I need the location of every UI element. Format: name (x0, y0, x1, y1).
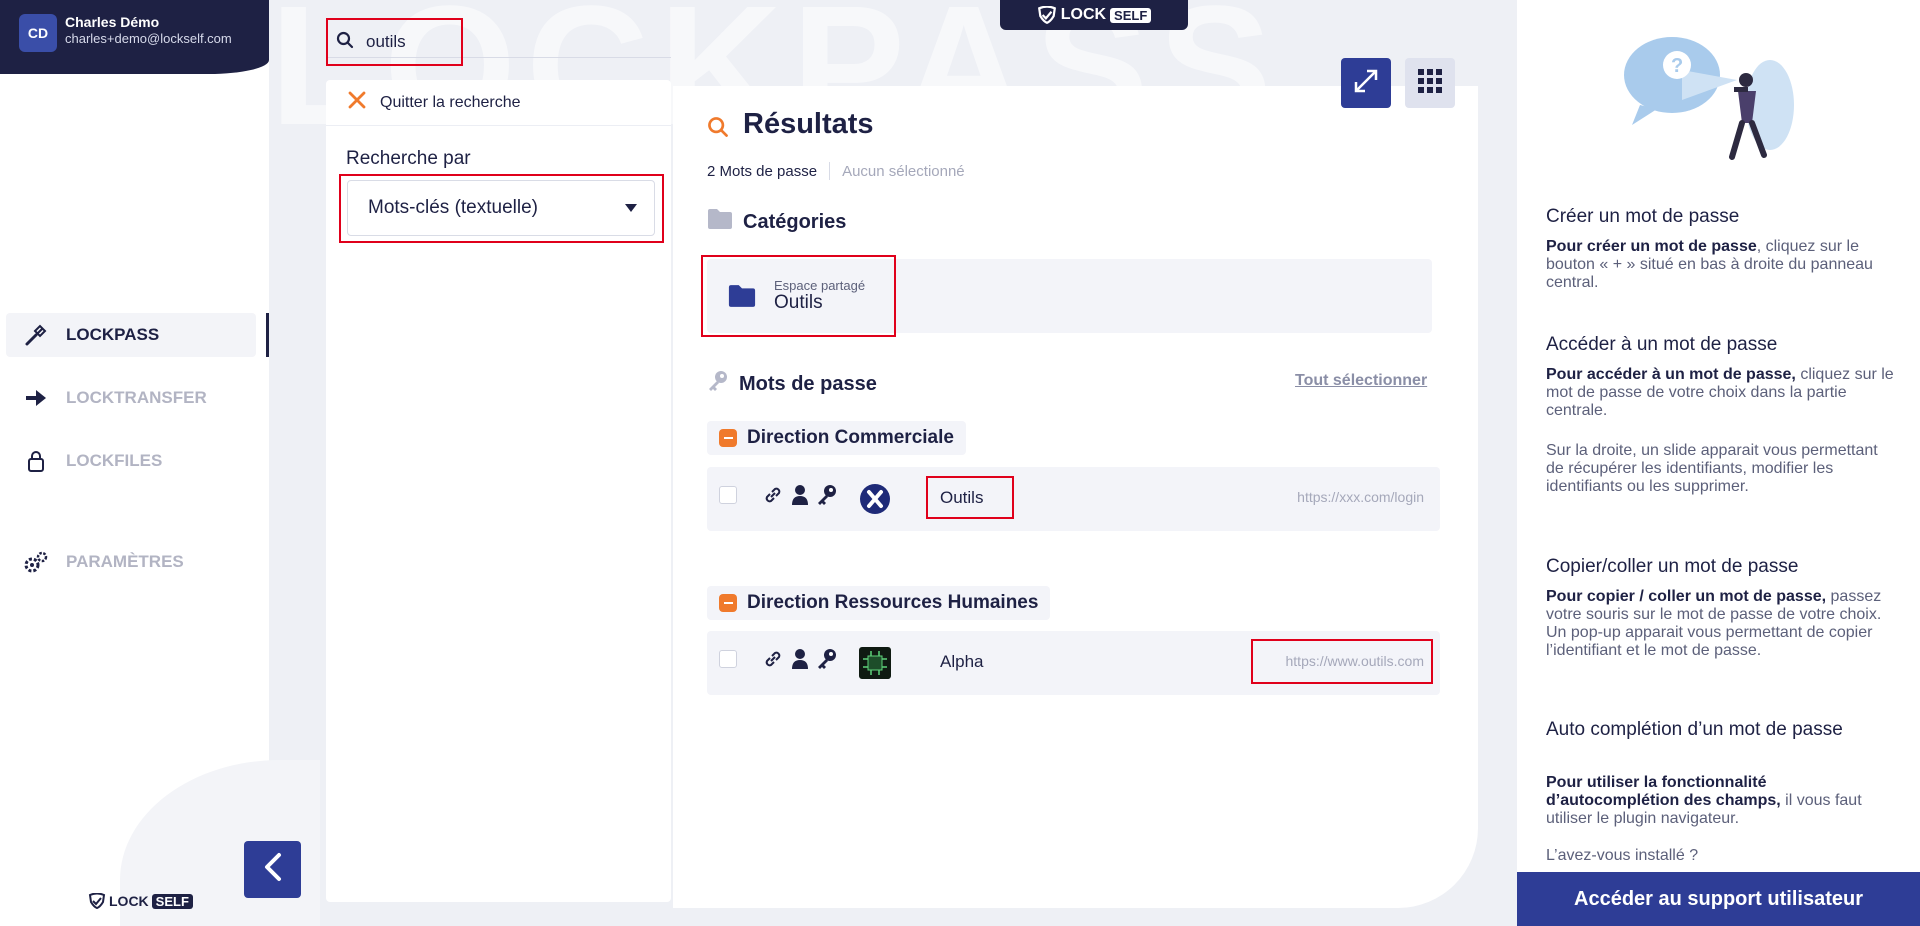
group-direction-commerciale[interactable]: Direction Commerciale (707, 421, 966, 455)
avatar: CD (19, 14, 57, 52)
help-text: Pour accéder à un mot de passe, cliquez … (1546, 366, 1894, 419)
select-all-link[interactable]: Tout sélectionner (1295, 372, 1427, 390)
folder-icon (707, 208, 733, 236)
key-icon (707, 370, 729, 398)
lock-icon (22, 450, 50, 472)
user-email: charles+demo@lockself.com (65, 31, 232, 46)
results-title: Résultats (743, 108, 874, 140)
tools-icon (22, 323, 50, 347)
link-icon[interactable] (762, 484, 784, 511)
collapse-group-icon[interactable] (719, 429, 737, 447)
row-actions (762, 484, 838, 511)
arrow-right-icon (22, 389, 50, 407)
highlight-box (926, 476, 1014, 519)
x-logo-icon (859, 483, 891, 515)
active-indicator (266, 313, 269, 357)
nav-label: LOCKTRANSFER (66, 388, 207, 407)
help-text-extra: Sur la droite, un slide apparait vous pe… (1546, 442, 1878, 495)
folder-icon (727, 284, 757, 313)
support-button[interactable]: Accéder au support utilisateur (1517, 872, 1920, 926)
lockself-brand-logo: LOCK SELF (1000, 0, 1188, 30)
user-icon[interactable] (790, 648, 810, 675)
categories-heading: Catégories (707, 208, 846, 236)
fullscreen-button[interactable] (1341, 58, 1391, 108)
row-checkbox[interactable] (719, 650, 737, 668)
help-link-text[interactable]: L’avez-vous installé ? (1546, 847, 1896, 865)
nav-label: LOCKFILES (66, 451, 163, 470)
search-by-label: Recherche par (346, 148, 471, 169)
grid-icon (1417, 68, 1443, 99)
user-name: Charles Démo (65, 14, 160, 30)
selection-status: Aucun sélectionné (842, 162, 965, 180)
divider (829, 162, 831, 180)
key-icon[interactable] (816, 484, 838, 511)
results-count: 2 Mots de passe (707, 162, 818, 180)
password-row[interactable]: Outils https://xxx.com/login (707, 467, 1440, 531)
row-checkbox[interactable] (719, 486, 737, 504)
gears-icon (22, 550, 50, 574)
chevron-left-icon (263, 852, 283, 887)
circuit-logo-icon (859, 647, 891, 679)
collapse-sidebar-button[interactable] (244, 841, 301, 898)
results-summary: 2 Mots de passe Aucun sélectionné (707, 162, 965, 180)
help-illustration: ? (1622, 25, 1812, 170)
search-icon (336, 31, 354, 54)
expand-icon (1353, 68, 1379, 99)
help-title: Copier/coller un mot de passe (1546, 556, 1799, 577)
key-icon[interactable] (816, 648, 838, 675)
nav-label: LOCKPASS (66, 325, 160, 344)
nav-item-locktransfer[interactable]: LOCKTRANSFER (6, 376, 256, 420)
password-url[interactable]: https://xxx.com/login (1297, 489, 1424, 505)
highlight-box (1251, 639, 1433, 684)
row-actions (762, 648, 838, 675)
close-icon (348, 91, 366, 114)
help-title: Créer un mot de passe (1546, 206, 1740, 227)
passwords-heading: Mots de passe (707, 370, 877, 398)
nav-item-parametres[interactable]: PARAMÈTRES (6, 540, 256, 584)
nav-item-lockfiles[interactable]: LOCKFILES (6, 439, 256, 483)
lockself-logo: LOCK SELF (88, 893, 193, 909)
category-item-outils[interactable]: Outils (774, 292, 823, 314)
quit-search-label: Quitter la recherche (380, 93, 521, 111)
help-text: Pour utiliser la fonctionnalité d’autoco… (1546, 774, 1862, 827)
nav-label: PARAMÈTRES (66, 552, 184, 571)
svg-text:?: ? (1671, 55, 1683, 77)
help-panel: ? Créer un mot de passe Pour créer un mo… (1517, 0, 1920, 926)
quit-search-button[interactable]: Quitter la recherche (326, 80, 671, 126)
search-mode-value: Mots-clés (textuelle) (368, 197, 538, 218)
user-profile[interactable]: CD Charles Démo charles+demo@lockself.co… (0, 0, 269, 74)
category-subtitle: Espace partagé (774, 278, 866, 293)
nav-item-lockpass[interactable]: LOCKPASS (6, 313, 256, 357)
search-value: outils (366, 32, 406, 51)
password-name: Alpha (940, 652, 984, 671)
help-title: Accéder à un mot de passe (1546, 334, 1778, 355)
collapse-group-icon[interactable] (719, 594, 737, 612)
search-mode-select[interactable]: Mots-clés (textuelle) (347, 180, 655, 236)
left-sidebar: CD Charles Démo charles+demo@lockself.co… (0, 0, 320, 926)
help-text: Pour copier / coller un mot de passe, pa… (1546, 588, 1882, 659)
search-icon (707, 116, 729, 143)
help-text: Pour créer un mot de passe, cliquez sur … (1546, 238, 1873, 291)
grid-view-button[interactable] (1405, 58, 1455, 108)
group-direction-ressources-humaines[interactable]: Direction Ressources Humaines (707, 586, 1051, 620)
search-input[interactable]: outils (326, 18, 463, 66)
user-icon[interactable] (790, 484, 810, 511)
link-icon[interactable] (762, 648, 784, 675)
search-panel: Quitter la recherche Recherche par Mots-… (326, 80, 671, 902)
help-title: Auto complétion d’un mot de passe (1546, 719, 1843, 740)
caret-down-icon (624, 197, 638, 219)
